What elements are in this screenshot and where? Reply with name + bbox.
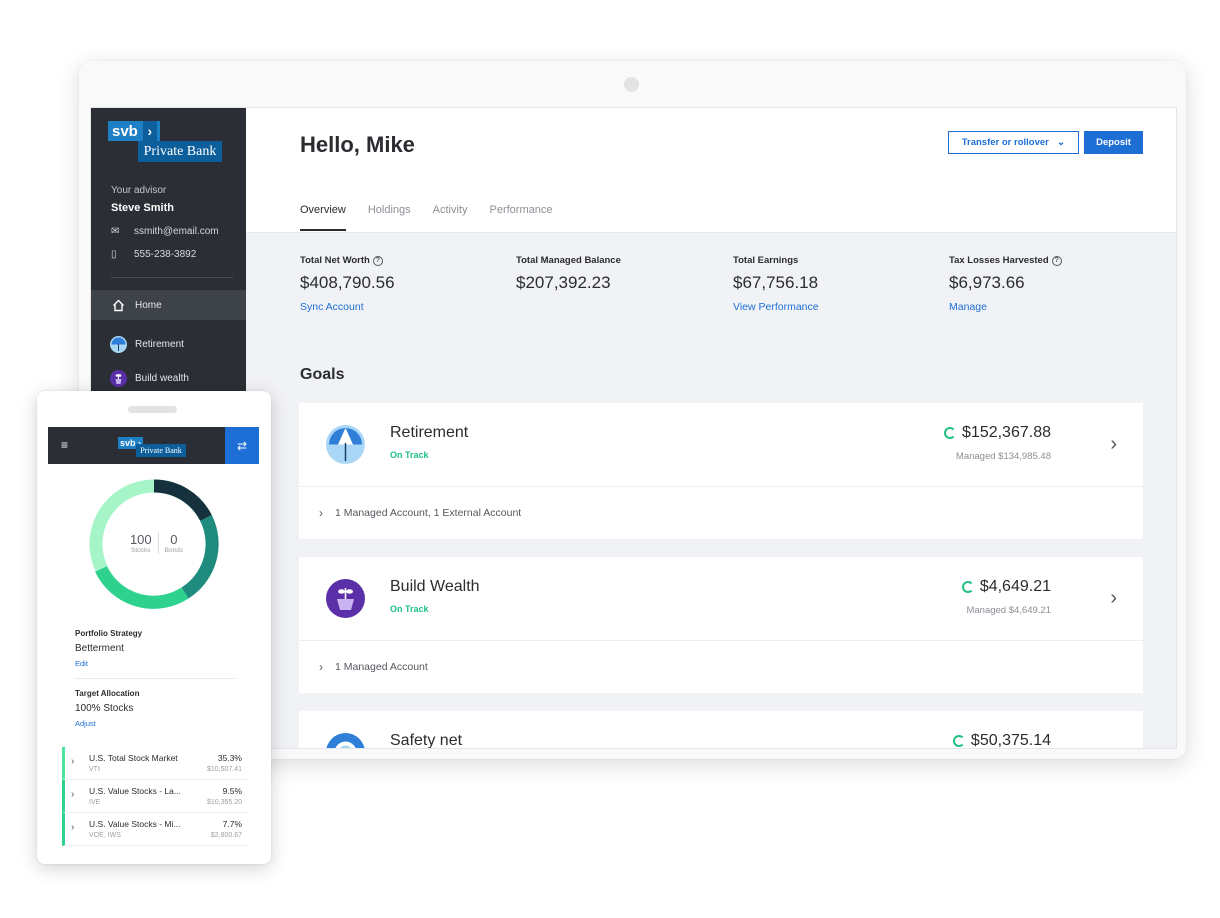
goal-header[interactable]: Build Wealth On Track $4,649.21 Managed … [299, 557, 1143, 641]
goal-card-retirement: Retirement On Track $152,367.88 Managed … [299, 403, 1143, 539]
phone-frame: ≡ svb › Private Bank ⇄ 100 Stocks 0 Bond… [37, 391, 271, 864]
stocks-percent: 100 [129, 532, 152, 547]
goal-header[interactable]: Retirement On Track $152,367.88 Managed … [299, 403, 1143, 487]
goal-name: Retirement [390, 424, 469, 441]
goal-status: On Track [390, 604, 429, 614]
target-allocation-value: 100% Stocks [75, 703, 134, 714]
retirement-icon [326, 425, 365, 464]
goal-accounts-row[interactable]: › 1 Managed Account, 1 External Account [299, 487, 1143, 539]
safety-net-icon [326, 733, 365, 748]
sync-icon [944, 427, 957, 439]
chevron-down-icon: ⌄ [1056, 137, 1066, 148]
chevron-right-icon: › [319, 660, 323, 674]
chevron-right-icon: › [71, 789, 75, 800]
home-icon [109, 296, 127, 314]
tab-bar: Overview Holdings Activity Performance [300, 204, 574, 231]
sidebar-item-retirement[interactable]: Retirement [91, 329, 246, 359]
allocation-list: › U.S. Total Stock Market VTI 35.3% $10,… [62, 747, 248, 846]
edit-link[interactable]: Edit [75, 659, 88, 668]
main-content: Hello, Mike Transfer or rollover ⌄ Depos… [246, 108, 1176, 749]
goals-heading: Goals [300, 366, 345, 383]
help-icon[interactable]: ? [1051, 255, 1062, 266]
donut-segment [153, 479, 212, 522]
tablet-camera [624, 77, 639, 92]
tab-holdings[interactable]: Holdings [368, 204, 411, 231]
sync-account-link[interactable]: Sync Account [300, 301, 395, 313]
advisor-email[interactable]: ✉ ssmith@email.com [111, 226, 219, 237]
stat-value: $6,973.66 [949, 273, 1025, 292]
bonds-percent: 0 [170, 532, 178, 547]
list-item[interactable]: › U.S. Total Stock Market VTI 35.3% $10,… [62, 747, 248, 780]
goal-amount: $50,375.14 [970, 732, 1051, 749]
target-allocation-label: Target Allocation [75, 689, 140, 698]
mail-icon: ✉ [111, 226, 120, 237]
donut-segment [95, 566, 189, 609]
tab-performance[interactable]: Performance [490, 204, 553, 231]
donut-center: 100 Stocks 0 Bonds [124, 532, 189, 554]
page-header: Hello, Mike Transfer or rollover ⌄ Depos… [246, 108, 1176, 233]
svb-logo: svb › Private Bank [118, 433, 186, 457]
goal-header[interactable]: Safety net $50,375.14 [299, 711, 1143, 749]
sidebar-divider [111, 277, 233, 278]
stat-total-earnings: Total Earnings $67,756.18 View Performan… [733, 255, 819, 313]
chevron-right-icon[interactable]: › [1110, 433, 1117, 456]
manage-link[interactable]: Manage [949, 301, 1062, 313]
page-title: Hello, Mike [300, 132, 415, 157]
adjust-link[interactable]: Adjust [75, 719, 96, 728]
transfer-icon[interactable]: ⇄ [225, 427, 259, 464]
goal-card-build-wealth: Build Wealth On Track $4,649.21 Managed … [299, 557, 1143, 693]
stat-total-managed-balance: Total Managed Balance $207,392.23 [516, 255, 621, 292]
phone-top-bar: ≡ svb › Private Bank ⇄ [48, 427, 259, 464]
overview-content: Total Net Worth? $408,790.56 Sync Accoun… [246, 233, 1176, 749]
sync-icon [952, 735, 965, 747]
goal-amount: $4,649.21 [979, 578, 1051, 595]
stat-total-net-worth: Total Net Worth? $408,790.56 Sync Accoun… [300, 255, 395, 313]
goal-status: On Track [390, 450, 429, 460]
list-item[interactable]: › U.S. Value Stocks - La... IVE 9.5% $10… [62, 780, 248, 813]
tab-activity[interactable]: Activity [433, 204, 468, 231]
advisor-phone[interactable]: ▯ 555-238-3892 [111, 249, 196, 260]
deposit-button[interactable]: Deposit [1084, 131, 1143, 154]
phone-screen: ≡ svb › Private Bank ⇄ 100 Stocks 0 Bond… [48, 427, 259, 864]
chevron-right-icon: › [319, 506, 323, 520]
goal-name: Safety net [390, 732, 463, 749]
portfolio-strategy-label: Portfolio Strategy [75, 629, 143, 638]
divider [75, 678, 235, 679]
build-wealth-icon [109, 369, 127, 387]
portfolio-strategy-value: Betterment [75, 643, 124, 654]
stat-value: $67,756.18 [733, 273, 819, 292]
advisor-name: Steve Smith [111, 202, 174, 214]
menu-icon[interactable]: ≡ [61, 439, 71, 451]
advisor-label: Your advisor [111, 185, 167, 196]
retirement-icon [109, 335, 127, 353]
view-performance-link[interactable]: View Performance [733, 301, 819, 313]
build-wealth-icon [326, 579, 365, 618]
chevron-right-icon[interactable]: › [1110, 587, 1117, 610]
chevron-right-icon: › [71, 756, 75, 767]
sidebar-item-home[interactable]: Home [91, 290, 246, 320]
chevron-right-icon: › [71, 822, 75, 833]
goal-managed-amount: Managed $4,649.21 [966, 605, 1051, 616]
stat-value: $408,790.56 [300, 273, 395, 292]
stat-tax-losses-harvested: Tax Losses Harvested? $6,973.66 Manage [949, 255, 1062, 313]
goal-amount: $152,367.88 [962, 424, 1051, 441]
tab-overview[interactable]: Overview [300, 204, 346, 231]
help-icon[interactable]: ? [372, 255, 383, 266]
goal-name: Build Wealth [390, 578, 480, 595]
phone-speaker [128, 406, 177, 413]
chevron-right-icon: › [142, 121, 157, 141]
phone-icon: ▯ [111, 249, 117, 260]
goal-accounts-row[interactable]: › 1 Managed Account [299, 641, 1143, 693]
sidebar-item-build-wealth[interactable]: Build wealth [91, 363, 246, 393]
sync-icon [961, 581, 974, 593]
transfer-or-rollover-button[interactable]: Transfer or rollover ⌄ [948, 131, 1079, 154]
list-item[interactable]: › U.S. Value Stocks - Mi... VOE, IWS 7.7… [62, 813, 248, 846]
goal-managed-amount: Managed $134,985.48 [955, 451, 1051, 462]
goal-card-safety-net: Safety net $50,375.14 [299, 711, 1143, 749]
svb-logo[interactable]: svb › Private Bank [108, 121, 222, 162]
stat-value: $207,392.23 [516, 273, 611, 292]
